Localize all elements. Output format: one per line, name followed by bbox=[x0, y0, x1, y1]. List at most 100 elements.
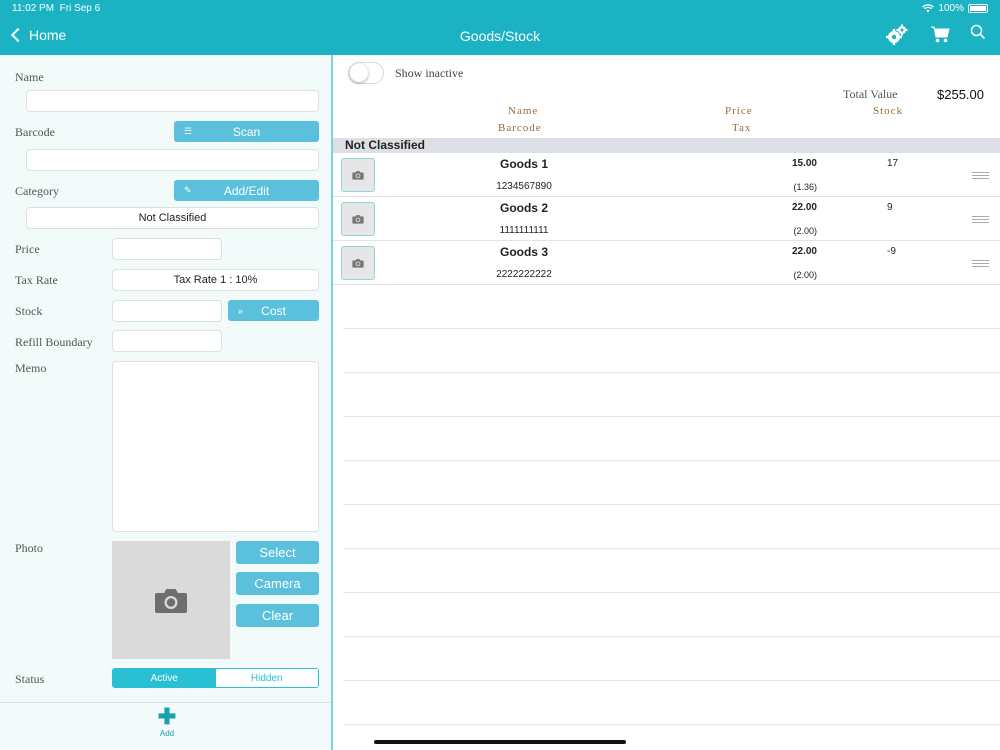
product-barcode: 1234567890 bbox=[496, 181, 552, 192]
status-hidden-option[interactable]: Hidden bbox=[215, 669, 318, 687]
gear-icon[interactable] bbox=[886, 24, 908, 46]
goods-list-panel: Show inactive Total Value $255.00 Name B… bbox=[333, 55, 1000, 750]
stock-input[interactable] bbox=[112, 300, 222, 322]
category-label: Category bbox=[15, 184, 59, 198]
price-label: Price bbox=[15, 242, 40, 256]
chevron-right-icon: » bbox=[238, 305, 244, 316]
product-tax: (2.00) bbox=[793, 270, 817, 280]
price-input[interactable] bbox=[112, 238, 222, 260]
list-separator bbox=[343, 636, 1000, 637]
drag-handle-icon[interactable] bbox=[972, 260, 989, 267]
show-inactive-label: Show inactive bbox=[395, 66, 464, 80]
list-separator bbox=[343, 548, 1000, 549]
stock-label: Stock bbox=[15, 304, 43, 318]
column-header-tax: Tax bbox=[732, 122, 752, 134]
product-barcode: 1111111111 bbox=[499, 225, 549, 236]
camera-button[interactable]: Camera bbox=[236, 572, 319, 595]
wifi-icon bbox=[922, 4, 935, 13]
refill-boundary-input[interactable] bbox=[112, 330, 222, 352]
drag-handle-icon[interactable] bbox=[972, 216, 989, 223]
product-photo-thumb[interactable] bbox=[341, 246, 375, 280]
list-separator bbox=[343, 460, 1000, 461]
memo-textarea[interactable] bbox=[112, 361, 319, 532]
tax-rate-label: Tax Rate bbox=[15, 273, 58, 287]
product-tax: (1.36) bbox=[793, 182, 817, 192]
name-input[interactable] bbox=[26, 90, 319, 112]
column-header-stock: Stock bbox=[873, 105, 904, 117]
camera-icon bbox=[352, 259, 364, 268]
column-header-price: Price bbox=[725, 105, 753, 117]
camera-icon bbox=[352, 215, 364, 224]
memo-label: Memo bbox=[15, 361, 47, 375]
photo-label: Photo bbox=[15, 541, 44, 555]
product-photo-thumb[interactable] bbox=[341, 202, 375, 236]
name-label: Name bbox=[15, 70, 44, 84]
product-price: 22.00 bbox=[791, 202, 817, 213]
table-row[interactable]: Goods 1 1234567890 15.00 (1.36) 17 bbox=[333, 153, 1000, 197]
barcode-icon: ☰ bbox=[184, 126, 193, 136]
column-header-barcode: Barcode bbox=[498, 122, 542, 134]
list-separator bbox=[343, 504, 1000, 505]
product-stock: 17 bbox=[887, 158, 899, 169]
list-separator bbox=[343, 680, 1000, 681]
list-separator bbox=[343, 372, 1000, 373]
total-value: $255.00 bbox=[937, 87, 984, 102]
select-photo-button[interactable]: Select bbox=[236, 541, 319, 564]
table-row[interactable]: Goods 2 1111111111 22.00 (2.00) 9 bbox=[333, 197, 1000, 241]
add-label: Add bbox=[159, 729, 175, 738]
search-icon[interactable] bbox=[970, 24, 986, 40]
add-button[interactable]: ✚ Add bbox=[150, 704, 184, 739]
status-active-option[interactable]: Active bbox=[113, 669, 216, 687]
tax-rate-select[interactable]: Tax Rate 1 : 10% bbox=[112, 269, 319, 291]
status-label: Status bbox=[15, 672, 45, 686]
table-row[interactable]: Goods 3 2222222222 22.00 (2.00) -9 bbox=[333, 241, 1000, 285]
camera-icon bbox=[155, 589, 187, 613]
photo-preview bbox=[112, 541, 230, 659]
barcode-label: Barcode bbox=[15, 125, 55, 139]
clear-photo-button[interactable]: Clear bbox=[236, 604, 319, 627]
edit-icon: ✎ bbox=[184, 185, 192, 195]
product-stock: -9 bbox=[887, 246, 896, 257]
show-inactive-toggle[interactable] bbox=[348, 62, 384, 84]
add-edit-category-button[interactable]: ✎ Add/Edit bbox=[174, 180, 319, 201]
page-title: Goods/Stock bbox=[459, 28, 541, 44]
product-name: Goods 1 bbox=[499, 157, 548, 171]
product-price: 22.00 bbox=[791, 246, 817, 257]
category-select[interactable]: Not Classified bbox=[26, 207, 319, 229]
home-indicator bbox=[374, 740, 626, 744]
section-header: Not Classified bbox=[333, 138, 1000, 153]
add-edit-label: Add/Edit bbox=[223, 183, 270, 198]
list-separator bbox=[343, 416, 1000, 417]
product-photo-thumb[interactable] bbox=[341, 158, 375, 192]
plus-icon: ✚ bbox=[157, 704, 177, 729]
scan-button[interactable]: ☰ Scan bbox=[174, 121, 319, 142]
scan-label: Scan bbox=[232, 124, 261, 139]
column-header-name: Name bbox=[508, 105, 539, 117]
form-bottom-bar: ✚ Add bbox=[0, 702, 331, 750]
status-time: 11:02 PM Fri Sep 6 bbox=[12, 3, 100, 14]
product-tax: (2.00) bbox=[793, 226, 817, 236]
total-value-label: Total Value bbox=[843, 87, 898, 101]
list-separator bbox=[343, 328, 1000, 329]
cart-icon[interactable] bbox=[930, 24, 950, 44]
nav-bar: 11:02 PM Fri Sep 6 100% Home Goods/Stock bbox=[0, 0, 1000, 55]
status-right: 100% bbox=[922, 3, 988, 14]
item-form-panel: Name Barcode ☰ Scan Category ✎ Add/Edit … bbox=[0, 55, 333, 750]
camera-icon bbox=[352, 171, 364, 180]
product-price: 15.00 bbox=[791, 158, 817, 169]
product-stock: 9 bbox=[887, 202, 893, 213]
list-separator bbox=[343, 724, 1000, 725]
category-value: Not Classified bbox=[138, 212, 207, 224]
cost-label: Cost bbox=[261, 303, 286, 318]
refill-boundary-label: Refill Boundary bbox=[15, 335, 93, 349]
battery-percent: 100% bbox=[938, 3, 964, 14]
status-date: Fri Sep 6 bbox=[59, 3, 101, 14]
list-separator bbox=[343, 592, 1000, 593]
status-segmented-control: Active Hidden bbox=[112, 668, 319, 688]
barcode-input[interactable] bbox=[26, 149, 319, 171]
drag-handle-icon[interactable] bbox=[972, 172, 989, 179]
status-time-text: 11:02 PM bbox=[12, 3, 55, 14]
battery-icon bbox=[968, 4, 988, 13]
cost-button[interactable]: » Cost bbox=[228, 300, 319, 321]
product-name: Goods 2 bbox=[499, 201, 548, 215]
